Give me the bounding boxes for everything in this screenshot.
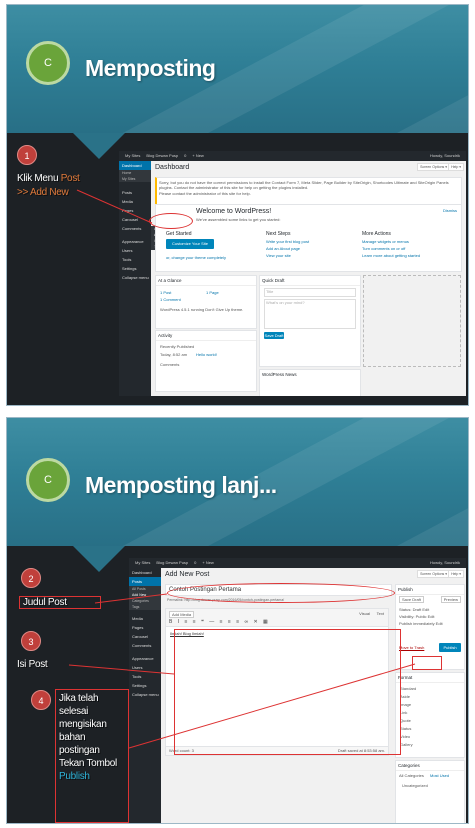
slide-2: C Memposting lanj... 2 Judul Post 3 Isi …	[6, 417, 469, 824]
annotation-lines	[68, 593, 416, 749]
slide-1: C Memposting 1 Klik Menu Post >> Add New…	[6, 4, 469, 406]
annotation-line	[76, 189, 153, 224]
